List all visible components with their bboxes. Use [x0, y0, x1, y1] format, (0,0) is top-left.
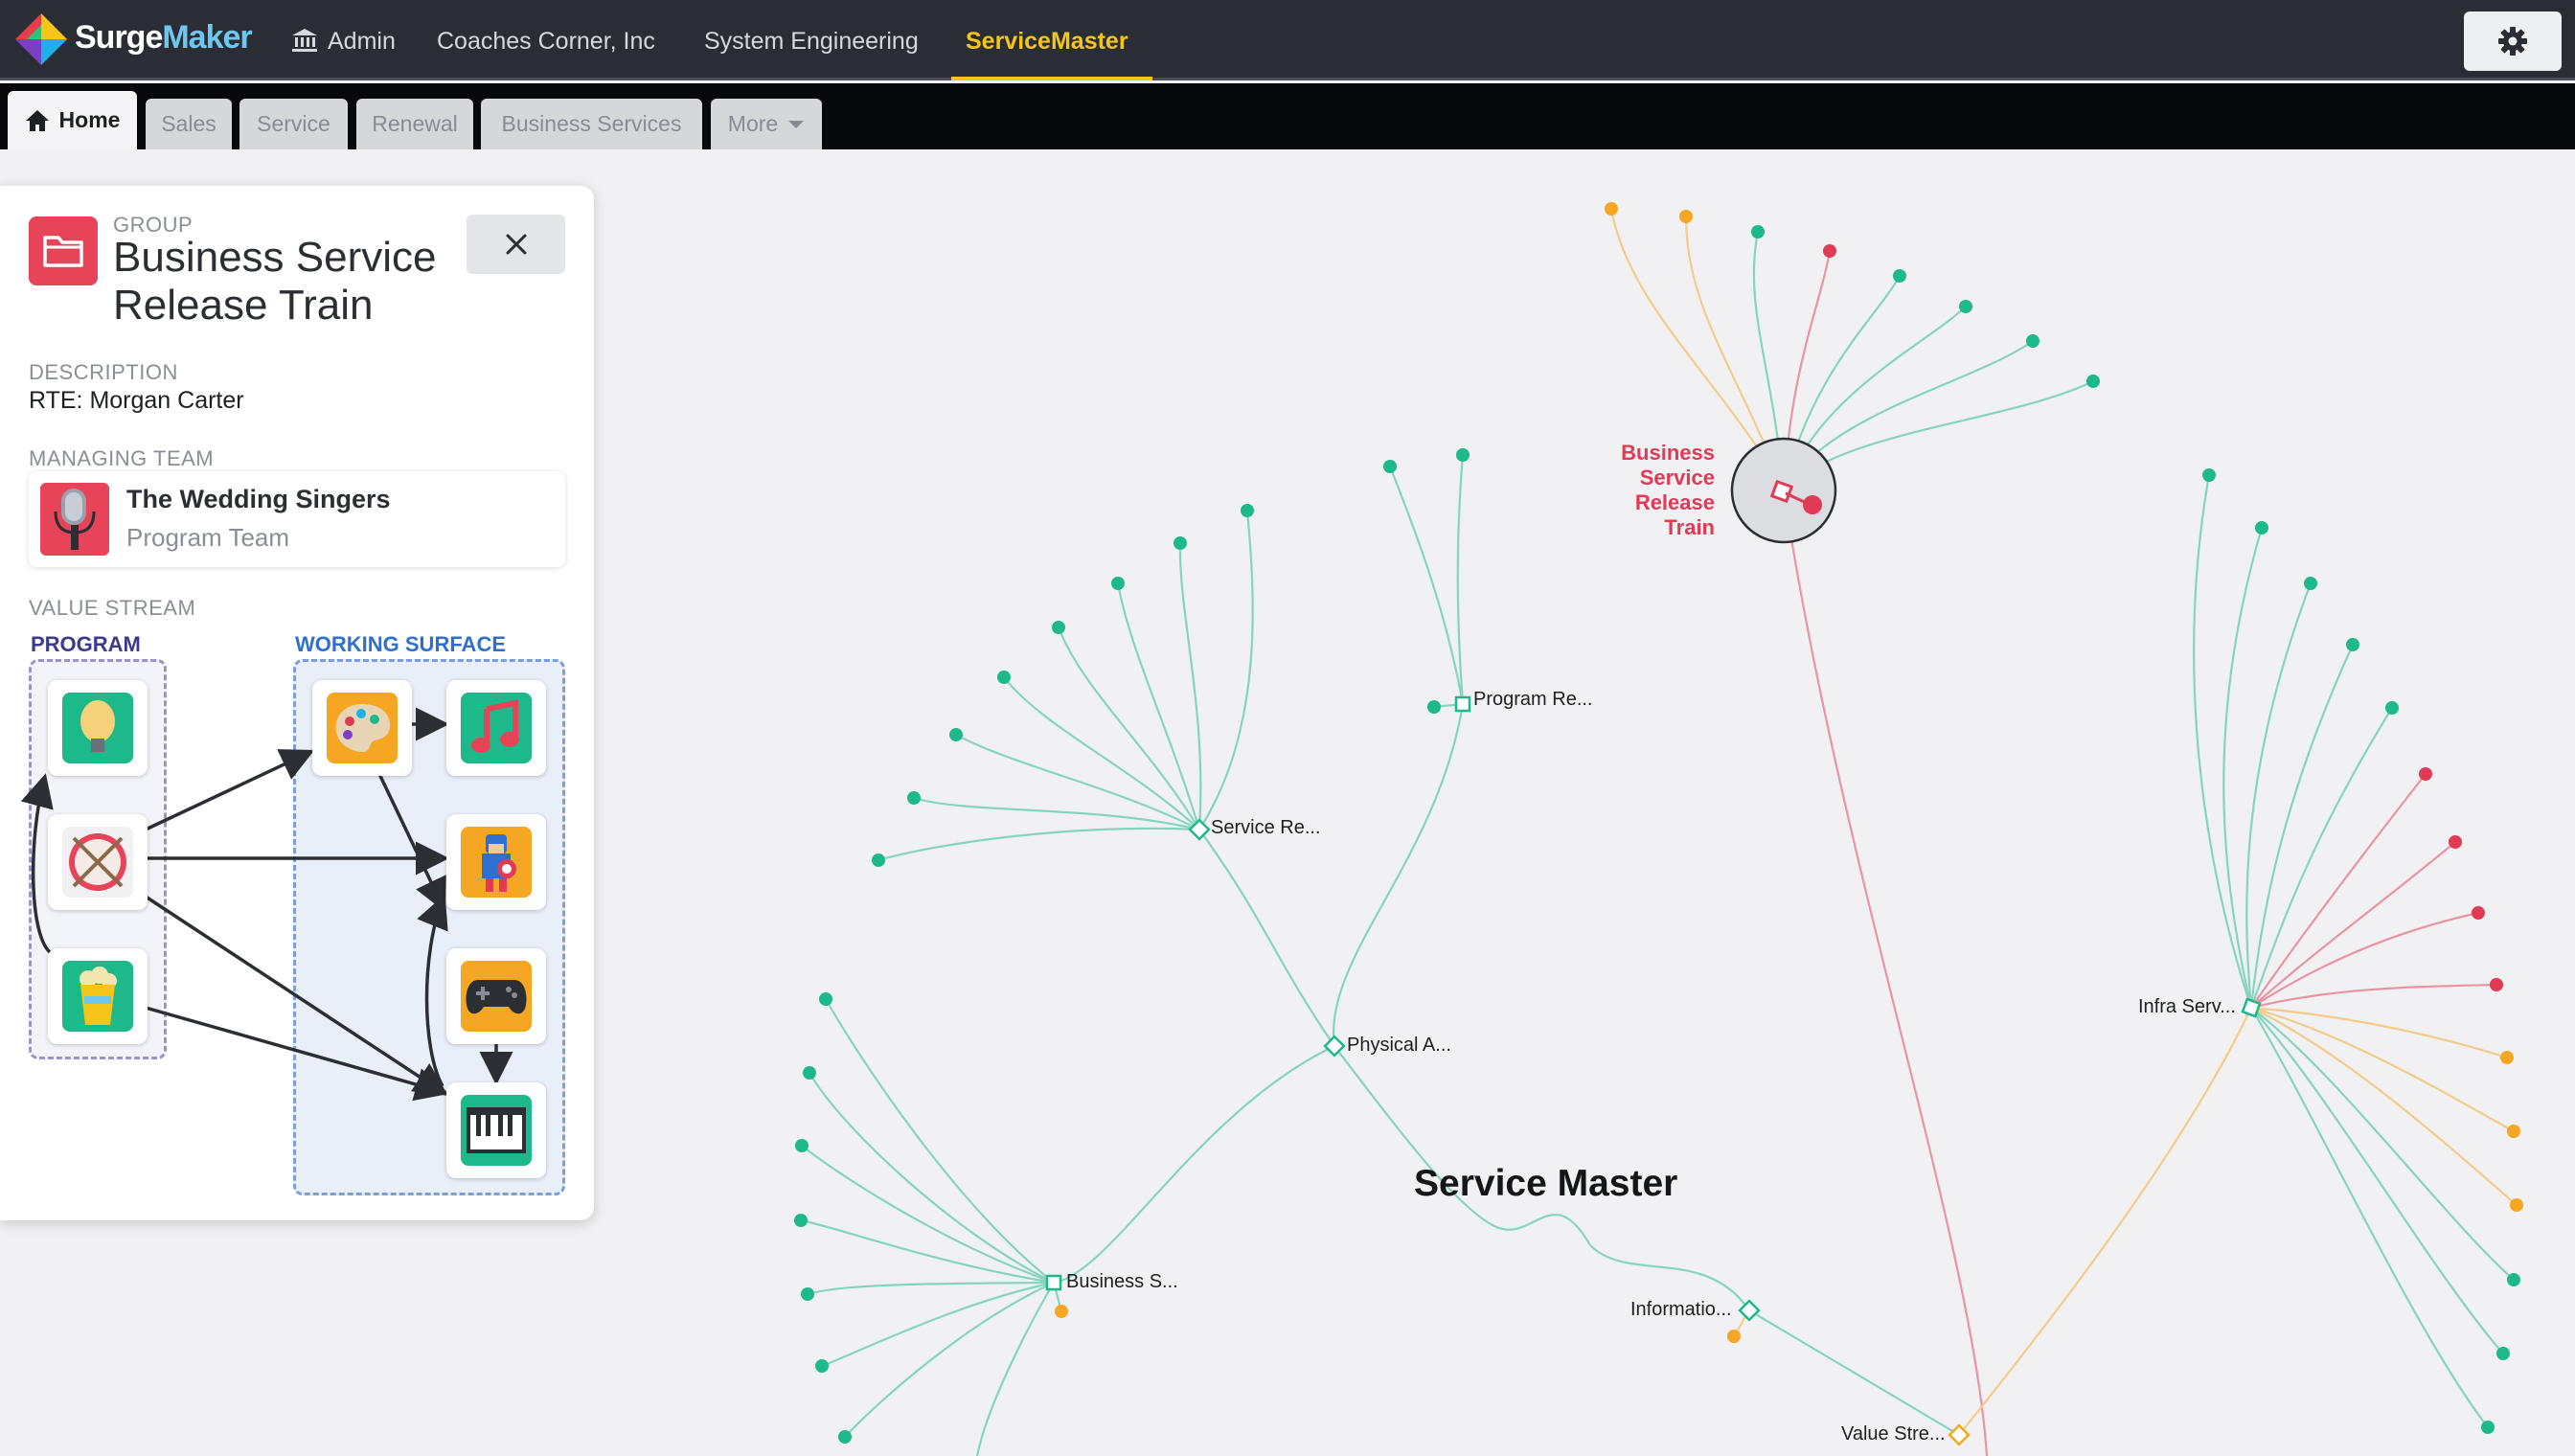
node-infra-serv-marker — [2241, 997, 2262, 1018]
close-panel-button[interactable] — [467, 215, 565, 274]
tab-sales[interactable]: Sales — [146, 99, 232, 149]
microphone-icon — [54, 489, 96, 550]
managing-team-label: MANAGING TEAM — [29, 446, 215, 470]
brand-name[interactable]: SurgeMaker — [75, 19, 253, 57]
node-value-stre-label[interactable]: Value Stre... — [1841, 1423, 1946, 1445]
group-detail-panel: GROUP Business Service Release Train DES… — [0, 186, 594, 1220]
tile-hero[interactable] — [446, 814, 546, 910]
close-icon — [506, 234, 526, 255]
node-program-re-marker — [1454, 695, 1471, 713]
node-program-re-label[interactable]: Program Re... — [1473, 689, 1592, 711]
node-service-re-label[interactable]: Service Re... — [1211, 817, 1320, 839]
tile-idea[interactable] — [48, 680, 148, 776]
team-type: Program Team — [126, 523, 290, 552]
settings-button[interactable] — [2464, 11, 2562, 71]
tab-more-label: More — [727, 111, 779, 136]
top-navigation-bar: SurgeMaker Admin Coaches Corner, Inc Sys… — [0, 0, 2575, 80]
tile-music[interactable] — [446, 680, 546, 776]
node-informatio-marker — [1738, 1299, 1761, 1322]
tab-renewal[interactable]: Renewal — [356, 99, 473, 149]
node-infra-serv-label[interactable]: Infra Serv... — [2138, 996, 2236, 1018]
tab-service[interactable]: Service — [239, 99, 348, 149]
working-surface-section-label: WORKING SURFACE — [295, 632, 506, 656]
active-nav-underline — [951, 77, 1152, 80]
program-section-label: PROGRAM — [31, 632, 141, 656]
node-business-s-label[interactable]: Business S... — [1066, 1271, 1178, 1293]
gamepad-icon — [466, 980, 527, 1014]
gear-icon — [2498, 27, 2527, 56]
brand-part-surge: Surge — [75, 19, 163, 56]
tile-gamepad[interactable] — [446, 948, 546, 1044]
drum-icon — [69, 833, 126, 891]
managing-team-card[interactable]: The Wedding Singers Program Team — [29, 471, 565, 567]
nav-servicemaster[interactable]: ServiceMaster — [966, 28, 1128, 56]
palette-icon — [335, 704, 390, 752]
selected-node-business-service-release-train — [1730, 437, 1837, 544]
group-title: Business Service Release Train — [113, 234, 437, 329]
bank-icon — [292, 29, 317, 52]
leaf-nodes — [794, 202, 2523, 1444]
tab-bar: Home Sales Service Renewal Business Serv… — [0, 83, 2575, 149]
lightbulb-icon — [80, 700, 115, 752]
team-avatar — [40, 483, 109, 556]
tab-home-label: Home — [58, 107, 121, 132]
tab-more[interactable]: More — [711, 99, 822, 149]
team-name: The Wedding Singers — [126, 485, 391, 513]
nav-system-engineering[interactable]: System Engineering — [704, 28, 919, 56]
root-node-label[interactable]: Service Master — [1414, 1163, 1677, 1205]
nav-admin[interactable]: Admin — [328, 28, 396, 56]
value-stream-label: VALUE STREAM — [29, 596, 196, 620]
surgemaker-logo-icon[interactable] — [13, 11, 69, 67]
node-physical-a-marker — [1323, 1035, 1346, 1058]
description-value: RTE: Morgan Carter — [29, 387, 244, 414]
selected-node-label[interactable]: Business Service Release Train — [1571, 441, 1715, 540]
tile-piano[interactable] — [446, 1082, 546, 1178]
tile-popcorn[interactable] — [48, 948, 148, 1044]
node-informatio-label[interactable]: Informatio... — [1630, 1299, 1732, 1321]
nav-coaches-corner[interactable]: Coaches Corner, Inc — [437, 28, 655, 56]
node-business-s-marker — [1045, 1274, 1062, 1291]
superhero-icon — [482, 834, 516, 892]
group-folder-icon — [29, 216, 98, 285]
description-label: DESCRIPTION — [29, 360, 178, 384]
piano-keyboard-icon — [467, 1107, 526, 1153]
tile-palette[interactable] — [312, 680, 412, 776]
node-physical-a-label[interactable]: Physical A... — [1347, 1035, 1451, 1057]
brand-part-maker: Maker — [162, 19, 252, 56]
home-icon — [25, 109, 49, 131]
caret-down-icon — [788, 120, 805, 128]
music-note-icon — [471, 699, 519, 753]
tab-home[interactable]: Home — [8, 91, 137, 149]
tile-drum[interactable] — [48, 814, 148, 910]
popcorn-icon — [80, 967, 117, 1025]
tab-business-services[interactable]: Business Services — [481, 99, 702, 149]
